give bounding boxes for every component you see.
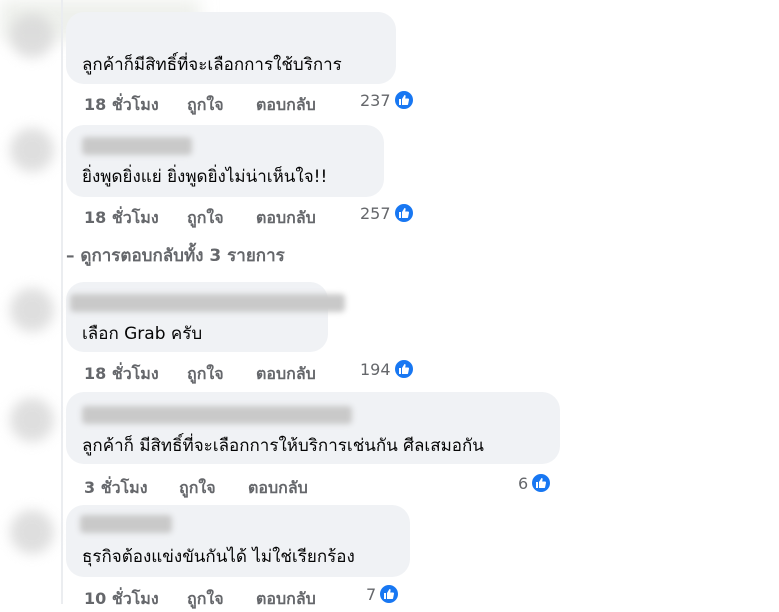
comment-text: ลูกค้าก็ มีสิทธิ์ที่จะเลือกการให้บริการเ…	[82, 436, 484, 456]
comment-bubble: ยิ่งพูดยิ่งแย่ ยิ่งพูดยิ่งไม่น่าเห็นใจ!!	[66, 125, 384, 197]
avatar[interactable]	[10, 398, 54, 442]
reply-button[interactable]: ตอบกลับ	[256, 93, 316, 118]
timestamp[interactable]: 3 ชั่วโมง	[84, 476, 148, 501]
thumbs-up-icon	[392, 358, 415, 380]
comment-bubble: ธุรกิจต้องแข่งขันกันได้ ไม่ใช่เรียกร้อง	[66, 505, 410, 577]
commenter-name[interactable]	[82, 406, 352, 424]
timestamp[interactable]: 18 ชั่วโมง	[84, 206, 159, 231]
reaction-number: 257	[360, 203, 391, 223]
avatar[interactable]	[10, 288, 54, 332]
commenter-name[interactable]	[82, 137, 192, 155]
like-button[interactable]: ถูกใจ	[187, 93, 224, 118]
avatar[interactable]	[10, 128, 54, 172]
reaction-count[interactable]: 6	[518, 472, 553, 494]
thread-line	[61, 0, 63, 604]
reaction-count[interactable]: 237	[360, 89, 415, 111]
timestamp[interactable]: 10 ชั่วโมง	[84, 587, 159, 612]
avatar[interactable]	[10, 14, 54, 58]
comment-text: ยิ่งพูดยิ่งแย่ ยิ่งพูดยิ่งไม่น่าเห็นใจ!!	[82, 167, 328, 187]
reaction-count[interactable]: 7	[366, 583, 401, 605]
reply-button[interactable]: ตอบกลับ	[256, 587, 316, 612]
timestamp[interactable]: 18 ชั่วโมง	[84, 93, 159, 118]
commenter-name[interactable]	[70, 294, 345, 312]
avatar[interactable]	[10, 510, 54, 554]
comment-bubble: ลูกค้าก็ มีสิทธิ์ที่จะเลือกการให้บริการเ…	[66, 392, 560, 464]
dash-icon: –	[66, 246, 81, 266]
reply-button[interactable]: ตอบกลับ	[256, 206, 316, 231]
comment-text: ธุรกิจต้องแข่งขันกันได้ ไม่ใช่เรียกร้อง	[82, 547, 355, 567]
thumbs-up-icon	[530, 472, 553, 494]
comment-text: เลือก Grab ครับ	[82, 324, 203, 344]
thumbs-up-icon	[392, 202, 415, 224]
reply-button[interactable]: ตอบกลับ	[248, 476, 308, 501]
reaction-number: 237	[360, 90, 391, 110]
comment-text: ลูกค้าก็มีสิทธิ์ที่จะเลือกการใช้บริการ	[82, 55, 342, 75]
comment-bubble: ลูกค้าก็มีสิทธิ์ที่จะเลือกการใช้บริการ	[66, 12, 396, 84]
reaction-number: 6	[518, 473, 529, 493]
reaction-count[interactable]: 257	[360, 202, 415, 224]
reaction-count[interactable]: 194	[360, 358, 415, 380]
like-button[interactable]: ถูกใจ	[187, 206, 224, 231]
comment-bubble: เลือก Grab ครับ	[66, 282, 345, 352]
reaction-number: 7	[366, 584, 377, 604]
reaction-number: 194	[360, 359, 391, 379]
thumbs-up-icon	[378, 583, 401, 605]
reply-button[interactable]: ตอบกลับ	[256, 362, 316, 387]
commenter-name[interactable]	[80, 515, 172, 533]
view-replies-label: ดูการตอบกลับทั้ง 3 รายการ	[80, 246, 285, 266]
view-replies-link[interactable]: – ดูการตอบกลับทั้ง 3 รายการ	[66, 242, 285, 269]
thumbs-up-icon	[392, 89, 415, 111]
like-button[interactable]: ถูกใจ	[187, 362, 224, 387]
like-button[interactable]: ถูกใจ	[187, 587, 224, 612]
timestamp[interactable]: 18 ชั่วโมง	[84, 362, 159, 387]
like-button[interactable]: ถูกใจ	[179, 476, 216, 501]
